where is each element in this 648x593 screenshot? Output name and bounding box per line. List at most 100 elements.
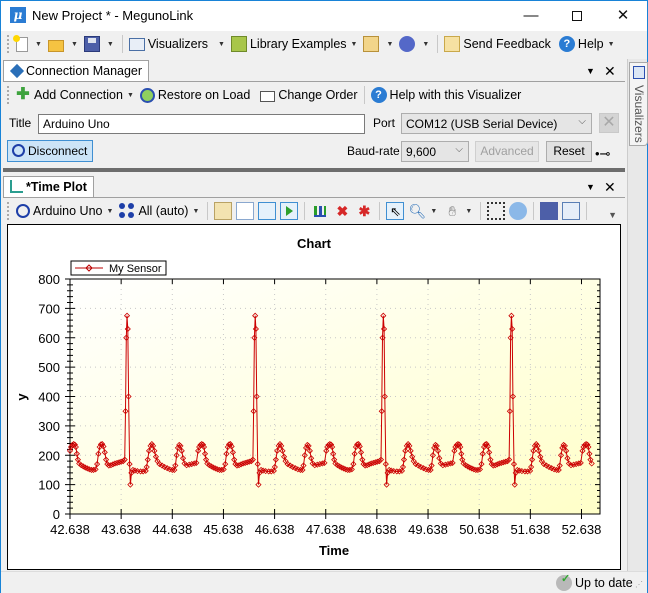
change-order-icon [260, 90, 276, 102]
open-dropdown-arrow[interactable]: ▼ [71, 41, 78, 48]
minimize-button[interactable]: — [508, 1, 554, 31]
open-project-button[interactable] [46, 33, 69, 55]
help-dropdown-arrow[interactable]: ▼ [608, 41, 615, 48]
settings-button[interactable] [397, 33, 420, 55]
plot-toolbar: Arduino Uno ▼ All (auto) ▼ ✖ ✱ ⇖ 🔍︎ ▼ ✋︎… [7, 198, 621, 224]
clear-series-button[interactable]: ✖ [333, 202, 351, 220]
reset-button[interactable]: Reset [546, 141, 592, 162]
remove-connection-button[interactable]: ✕ [599, 113, 619, 133]
properties-button[interactable] [214, 202, 233, 220]
baud-rate-label: Baud-rate [347, 144, 400, 158]
pointer-tool-button[interactable]: ⇖ [386, 202, 405, 220]
toolbar-grip[interactable] [7, 35, 10, 53]
new-project-button[interactable] [13, 33, 33, 55]
copy-button[interactable] [562, 202, 581, 220]
connection-select[interactable]: Arduino Uno [14, 200, 105, 222]
x-tick-label: 42.638 [50, 522, 90, 537]
x-tick-label: 46.638 [255, 522, 295, 537]
settings-dropdown-arrow[interactable]: ▼ [422, 41, 429, 48]
script-dropdown-arrow[interactable]: ▼ [386, 41, 393, 48]
y-axis-label: y [14, 393, 29, 401]
visualizers-menu[interactable]: Visualizers [127, 33, 210, 55]
connection-ring-icon [16, 204, 30, 218]
x-tick-label: 50.638 [459, 522, 499, 537]
panel-close-button[interactable]: ✕ [604, 179, 616, 196]
toolbar-overflow-button[interactable]: ▼ [608, 210, 617, 220]
app-window: μ New Project * - MegunoLink — ✕ ▼ ▼ ▼ V… [0, 0, 648, 593]
x-tick-label: 43.638 [101, 522, 141, 537]
chart-area[interactable]: Chart 0 100 200 300 400 500 600 700 800 42.638 43.… [7, 224, 621, 570]
chevron-down-icon: ⌵ [578, 116, 586, 127]
y-tick-label: 500 [38, 360, 60, 375]
visualizers-icon [128, 37, 145, 51]
channel-dropdown-arrow[interactable]: ▼ [192, 208, 199, 215]
panel-menu-button[interactable]: ▼ [586, 66, 595, 76]
visualizers-side-tab[interactable]: Visualizers [629, 62, 648, 146]
update-status-text: Up to date [575, 576, 633, 590]
new-dropdown-arrow[interactable]: ▼ [35, 41, 42, 48]
change-order-button[interactable]: Change Order [258, 84, 359, 106]
restore-on-load-button[interactable]: Restore on Load [138, 84, 252, 106]
clear-all-button[interactable]: ✱ [355, 202, 373, 220]
visualizers-side-label: Visualizers [632, 85, 646, 143]
zoom-fit-button[interactable] [487, 202, 506, 220]
toolbar-separator [379, 202, 381, 220]
add-connection-label: Add Connection [34, 88, 123, 102]
save-image-button[interactable] [540, 202, 559, 220]
help-label: Help [577, 37, 604, 51]
zoom-tool-button[interactable]: 🔍︎ [408, 202, 427, 220]
time-plot-panel: *Time Plot ▼ ✕ Arduino Uno ▼ All (auto) … [3, 175, 625, 571]
toolbar-grip[interactable] [7, 86, 10, 104]
close-button[interactable]: ✕ [600, 1, 646, 31]
title-bar: μ New Project * - MegunoLink — ✕ [1, 1, 647, 31]
send-feedback-button[interactable]: Send Feedback [442, 33, 553, 55]
pan-dropdown-arrow[interactable]: ▼ [465, 208, 472, 215]
script-button[interactable] [361, 33, 384, 55]
resize-grip[interactable]: ⋰ [635, 580, 643, 589]
visualizers-dropdown-arrow[interactable]: ▼ [218, 41, 225, 48]
legend-toggle-button[interactable] [258, 202, 277, 220]
panel-splitter[interactable] [3, 168, 625, 172]
save-project-button[interactable] [82, 33, 105, 55]
add-connection-button[interactable]: ✚ Add Connection [14, 84, 125, 106]
toolbar-separator [533, 202, 535, 220]
title-input[interactable] [38, 114, 365, 134]
update-status-icon [556, 572, 572, 591]
add-connection-dropdown-arrow[interactable]: ▼ [127, 92, 134, 99]
visualizer-help-button[interactable]: ? Help with this Visualizer [369, 84, 524, 106]
table-view-button[interactable] [236, 202, 255, 220]
legend[interactable]: My Sensor [70, 260, 167, 276]
zoom-reset-button[interactable] [509, 202, 528, 220]
disconnect-button[interactable]: Disconnect [7, 140, 93, 162]
toolbar-grip[interactable] [7, 202, 10, 220]
library-icon [230, 36, 247, 52]
pan-tool-button[interactable]: ✋︎ [443, 202, 461, 220]
library-examples-menu[interactable]: Library Examples [229, 33, 349, 55]
tab-time-plot[interactable]: *Time Plot [3, 176, 94, 197]
baud-rate-value: 9,600 [406, 145, 437, 159]
toolbar-separator [437, 35, 439, 53]
x-tick-label: 52.638 [562, 522, 602, 537]
advanced-button[interactable]: Advanced [475, 141, 539, 162]
window-title: New Project * - MegunoLink [32, 8, 194, 23]
y-tick-label: 800 [38, 272, 60, 287]
tab-connection-manager[interactable]: Connection Manager [3, 60, 150, 81]
baud-rate-select[interactable]: 9,600 ⌵ [401, 141, 469, 162]
connection-manager-panel: Connection Manager ▼ ✕ ✚ Add Connection … [3, 59, 625, 167]
bar-chart-button[interactable] [311, 202, 329, 220]
library-dropdown-arrow[interactable]: ▼ [351, 41, 358, 48]
time-plot-chart[interactable]: Chart 0 100 200 300 400 500 600 700 800 42.638 43.… [8, 225, 620, 569]
panel-menu-button[interactable]: ▼ [586, 182, 595, 192]
play-button[interactable] [280, 202, 299, 220]
port-select[interactable]: COM12 (USB Serial Device) ⌵ [401, 113, 592, 134]
help-menu[interactable]: ? Help [557, 33, 606, 55]
toolbar-separator [586, 202, 588, 220]
maximize-button[interactable] [554, 1, 600, 31]
zoom-dropdown-arrow[interactable]: ▼ [430, 208, 437, 215]
toolbar-separator [207, 202, 209, 220]
library-examples-label: Library Examples [249, 37, 347, 51]
panel-close-button[interactable]: ✕ [604, 63, 616, 80]
channel-select[interactable]: All (auto) [117, 200, 190, 222]
save-dropdown-arrow[interactable]: ▼ [107, 41, 114, 48]
connection-dropdown-arrow[interactable]: ▼ [107, 208, 114, 215]
